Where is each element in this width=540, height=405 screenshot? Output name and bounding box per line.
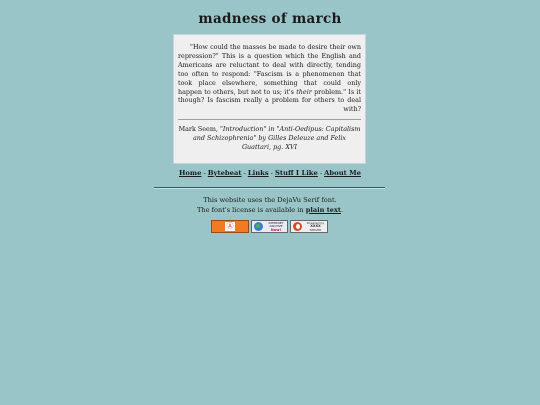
citation-author: Mark Seem, (178, 125, 220, 134)
horizontal-divider (154, 187, 385, 189)
swirl-icon (293, 222, 302, 231)
page-title: madness of march (198, 11, 342, 27)
license-suffix: . (340, 205, 344, 214)
internet-archive-line3: Now! (270, 227, 282, 232)
quote-divider (178, 119, 361, 121)
internet-archive-text: INTERNET ARCHIVE Now! (265, 221, 287, 232)
powered-by-text: Powered by XXXX SERVER (304, 221, 327, 232)
internet-archive-badge[interactable]: INTERNET ARCHIVE Now! (251, 220, 288, 233)
quote-citation: Mark Seem, "Introduction" in "Anti-Oedip… (178, 125, 361, 152)
nav-separator: - (243, 169, 246, 177)
anarchy-icon: Ⓐ (225, 222, 235, 231)
quote-text: "How could the masses be made to desire … (178, 43, 361, 114)
font-note: This website uses the DejaVu Serif font.… (0, 196, 540, 215)
anarchy-badge[interactable]: Ⓐ (211, 220, 249, 233)
license-link[interactable]: plain text (306, 206, 341, 214)
nav-link-home[interactable]: Home (179, 169, 201, 177)
license-line: The font's license is available in plain… (0, 206, 540, 216)
nav-separator: - (203, 169, 206, 177)
main-nav: Home - Bytebeat - Links - Stuff I Like - About M… (0, 169, 540, 177)
nav-separator: - (270, 169, 273, 177)
nav-link-about-me[interactable]: About Me (324, 169, 361, 177)
globe-icon (254, 222, 263, 231)
font-line: This website uses the DejaVu Serif font. (203, 196, 337, 204)
powered-by-badge[interactable]: Powered by XXXX SERVER (290, 220, 328, 233)
badge-row: Ⓐ INTERNET ARCHIVE Now! Powered by XXXX … (211, 220, 328, 234)
quote-box: "How could the masses be made to desire … (173, 34, 366, 164)
nav-link-links[interactable]: Links (248, 169, 269, 177)
nav-link-bytebeat[interactable]: Bytebeat (208, 169, 242, 177)
page: madness of march "How could the masses b… (0, 0, 540, 405)
license-prefix: The font's license is available in (196, 205, 306, 214)
quote-emphasis: their (296, 87, 312, 96)
powered-by-line3: SERVER (309, 227, 322, 232)
nav-link-stuff-i-like[interactable]: Stuff I Like (275, 169, 318, 177)
nav-separator: - (319, 169, 323, 177)
